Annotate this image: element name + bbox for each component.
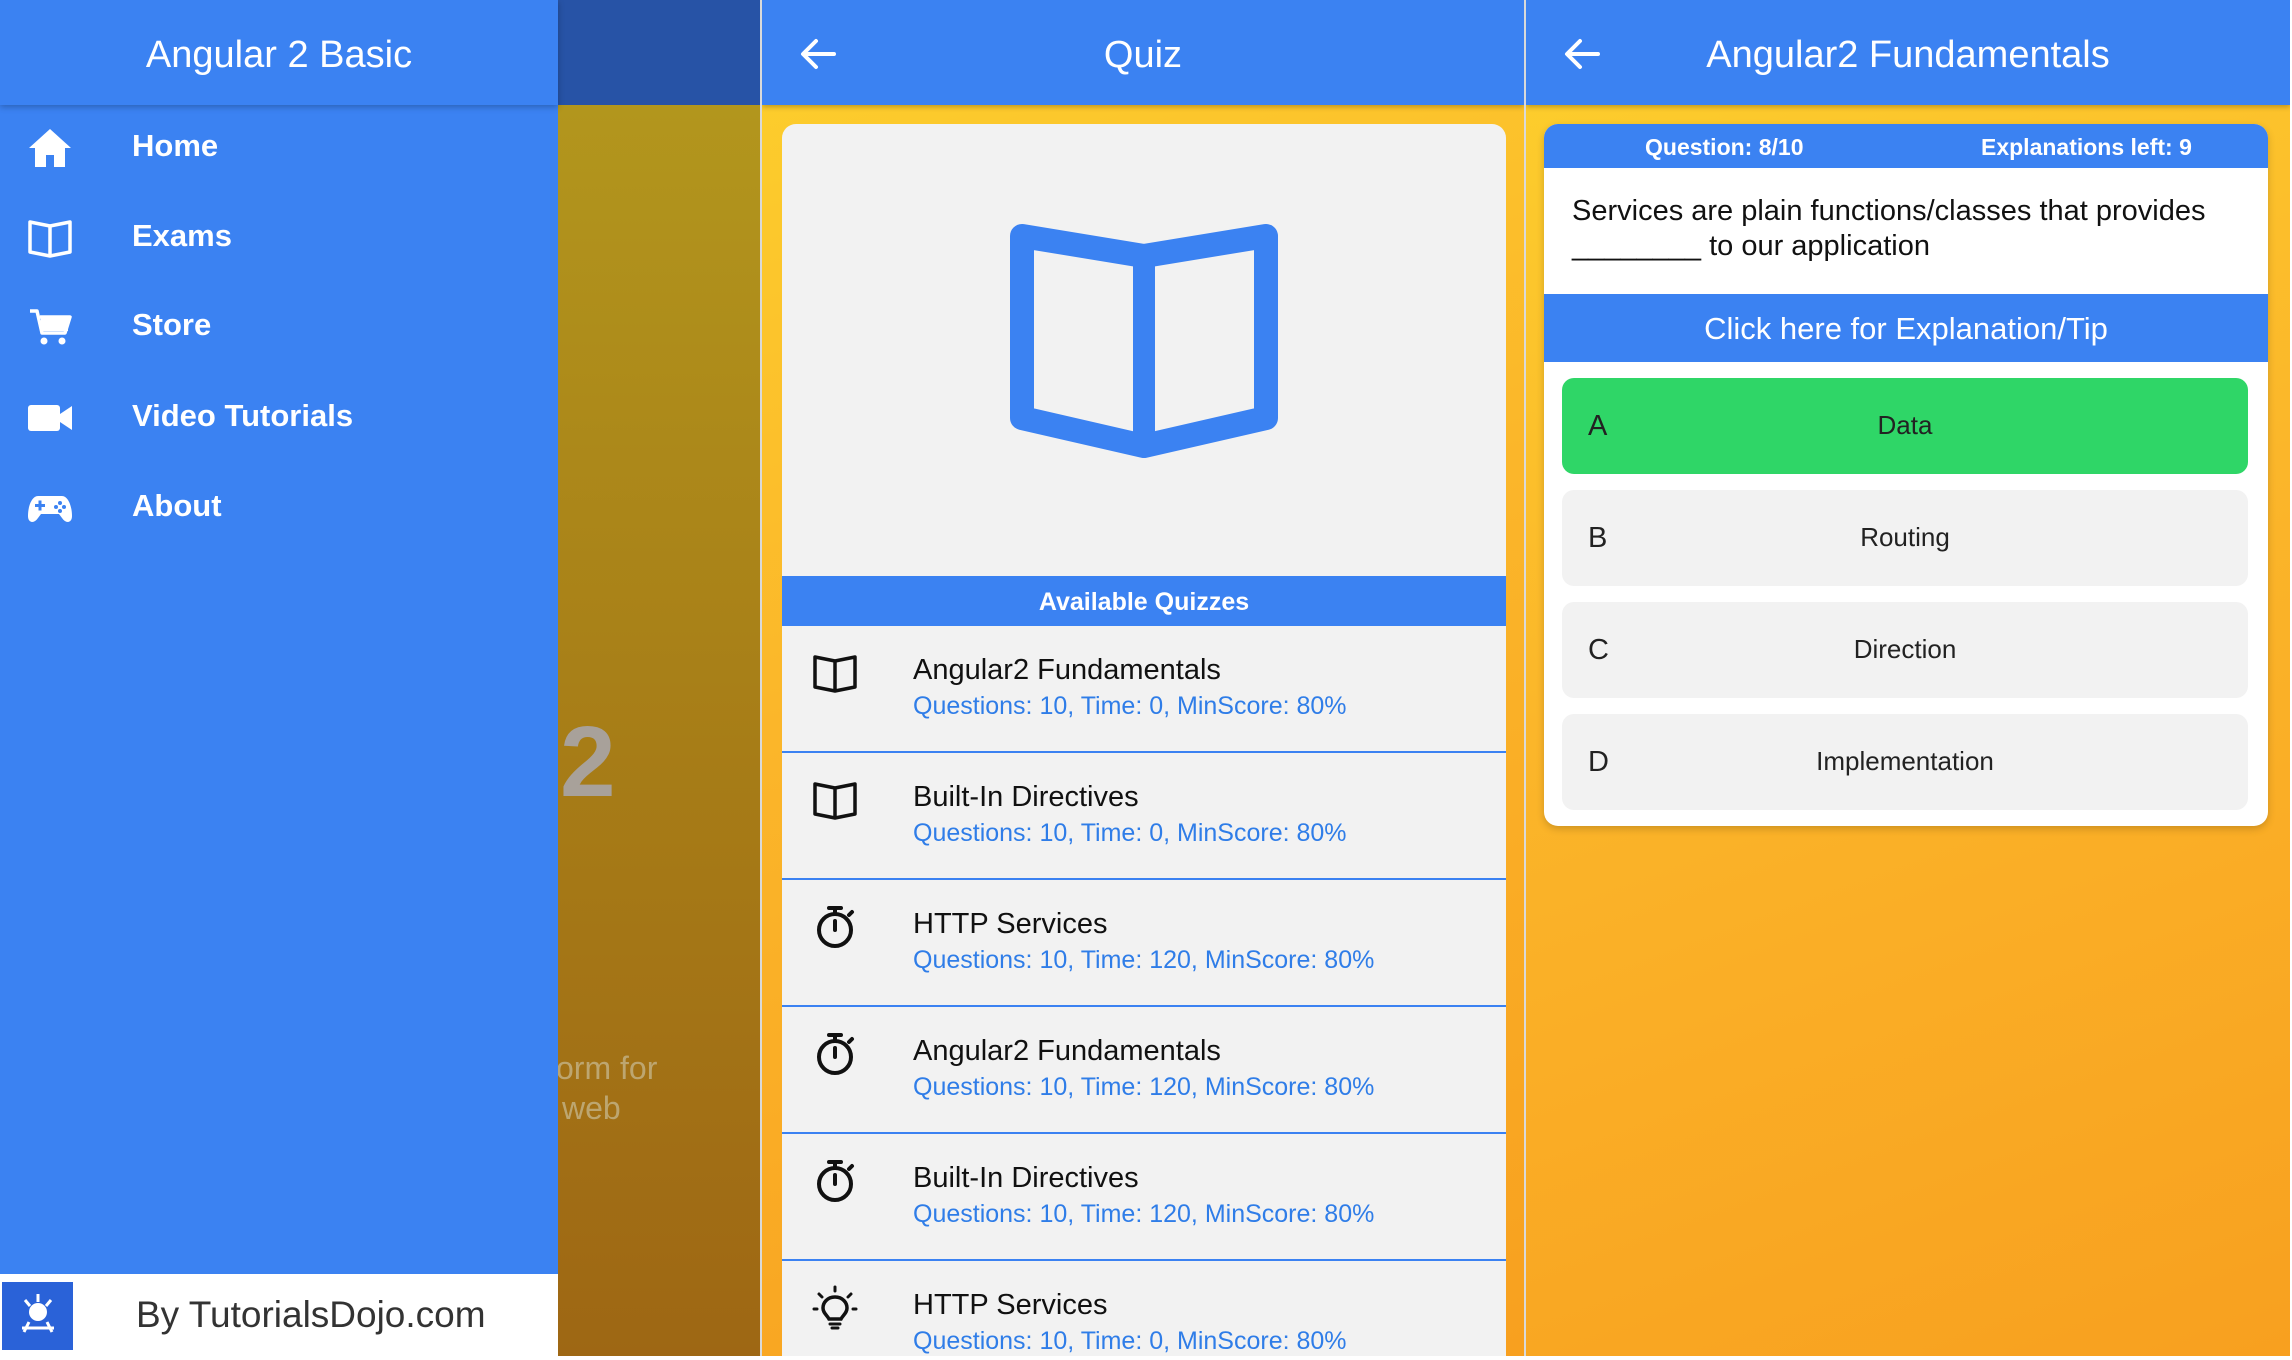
quiz-meta: Questions: 10, Time: 120, MinScore: 80% xyxy=(913,1073,1375,1101)
quiz-list-item[interactable]: Angular2 Fundamentals Questions: 10, Tim… xyxy=(782,626,1506,753)
quiz-title: Built-In Directives xyxy=(913,781,1139,813)
explanation-button[interactable]: Click here for Explanation/Tip xyxy=(1544,294,2268,362)
quiz-meta: Questions: 10, Time: 0, MinScore: 80% xyxy=(913,692,1347,720)
quiz-list-item[interactable]: HTTP Services Questions: 10, Time: 0, Mi… xyxy=(782,1261,1506,1356)
explanations-left: Explanations left: 9 xyxy=(1981,134,2192,160)
menu-item-exams[interactable]: Exams xyxy=(0,198,558,278)
answer-text: Implementation xyxy=(1816,746,1994,776)
book-icon xyxy=(813,655,857,693)
video-camera-icon xyxy=(28,405,72,431)
question-status-bar: Question: 8/10 Explanations left: 9 xyxy=(1544,124,2268,168)
answer-text: Routing xyxy=(1860,522,1950,552)
background-page-text: web xyxy=(562,1090,621,1126)
quiz-meta: Questions: 10, Time: 120, MinScore: 80% xyxy=(913,946,1375,974)
lightbulb-icon xyxy=(812,1285,858,1330)
app-bar: Quiz xyxy=(762,0,1524,105)
menu-item-label: Store xyxy=(132,307,212,342)
menu-item-home[interactable]: Home xyxy=(0,108,558,188)
quiz-title: Built-In Directives xyxy=(913,1162,1139,1194)
menu-item-label: Video Tutorials xyxy=(132,398,354,433)
answer-text: Direction xyxy=(1853,634,1957,664)
question-text: Services are plain functions/classes tha… xyxy=(1572,195,2206,262)
answer-option-c[interactable]: C Direction xyxy=(1562,602,2248,698)
quiz-list-item[interactable]: HTTP Services Questions: 10, Time: 120, … xyxy=(782,880,1506,1007)
stopwatch-icon xyxy=(817,906,854,948)
book-icon xyxy=(813,782,857,820)
quiz-list-item[interactable]: Angular2 Fundamentals Questions: 10, Tim… xyxy=(782,1007,1506,1134)
quiz-title: Angular2 Fundamentals xyxy=(913,1035,1221,1067)
drawer: Angular 2 Basic Home Exams Store Video T… xyxy=(0,0,558,1356)
logo-icon xyxy=(22,1294,54,1333)
tutorialsdojo-logo xyxy=(2,1282,73,1350)
answer-option-d[interactable]: D Implementation xyxy=(1562,714,2248,810)
gamepad-icon xyxy=(28,496,72,522)
question-card: Question: 8/10 Explanations left: 9 Serv… xyxy=(1544,124,2268,826)
menu-item-label: Home xyxy=(132,128,219,163)
background-page-heading: 2 xyxy=(560,706,616,818)
drawer-footer[interactable]: By TutorialsDojo.com xyxy=(0,1274,558,1356)
answer-option-b[interactable]: B Routing xyxy=(1562,490,2248,586)
quiz-title: Angular2 Fundamentals xyxy=(913,654,1221,686)
footer-credit: By TutorialsDojo.com xyxy=(136,1294,486,1335)
menu-item-label: About xyxy=(132,488,222,523)
page-title: Angular2 Fundamentals xyxy=(1706,34,2110,76)
quiz-list-item[interactable]: Built-In Directives Questions: 10, Time:… xyxy=(782,753,1506,880)
quiz-list-screen: Quiz Available Quizzes Angular2 Fundamen… xyxy=(762,0,1524,1356)
page-title: Quiz xyxy=(1103,34,1183,76)
quiz-title: HTTP Services xyxy=(913,1289,1108,1321)
home-icon xyxy=(29,129,71,167)
stopwatch-icon xyxy=(817,1160,854,1202)
answer-option-a[interactable]: A Data xyxy=(1562,378,2248,474)
quiz-list-item[interactable]: Built-In Directives Questions: 10, Time:… xyxy=(782,1134,1506,1261)
app-bar: Angular2 Fundamentals xyxy=(1526,0,2290,105)
cart-icon xyxy=(30,309,72,345)
open-book-icon xyxy=(1010,224,1278,458)
menu-item-store[interactable]: Store xyxy=(0,287,558,367)
drawer-title: Angular 2 Basic xyxy=(0,0,558,105)
quiz-meta: Questions: 10, Time: 0, MinScore: 80% xyxy=(913,819,1347,847)
question-screen: Angular2 Fundamentals Question: 8/10 Exp… xyxy=(1526,0,2290,1356)
quiz-card: Available Quizzes Angular2 Fundamentals … xyxy=(782,124,1506,1356)
section-header: Available Quizzes xyxy=(782,576,1506,626)
menu-item-label: Exams xyxy=(132,218,232,253)
stopwatch-icon xyxy=(817,1033,854,1075)
question-counter: Question: 8/10 xyxy=(1645,134,1804,160)
background-page-text: orm for xyxy=(556,1050,658,1086)
quiz-title: HTTP Services xyxy=(913,908,1108,940)
answer-text: Data xyxy=(1877,410,1933,440)
quiz-meta: Questions: 10, Time: 0, MinScore: 80% xyxy=(913,1327,1347,1355)
menu-item-about[interactable]: About xyxy=(0,468,558,548)
navigation-drawer-screen: 2 orm for web Angular 2 Basic Home Exams xyxy=(0,0,760,1356)
book-icon xyxy=(28,220,72,258)
menu-item-video-tutorials[interactable]: Video Tutorials xyxy=(0,378,558,458)
quiz-meta: Questions: 10, Time: 120, MinScore: 80% xyxy=(913,1200,1375,1228)
